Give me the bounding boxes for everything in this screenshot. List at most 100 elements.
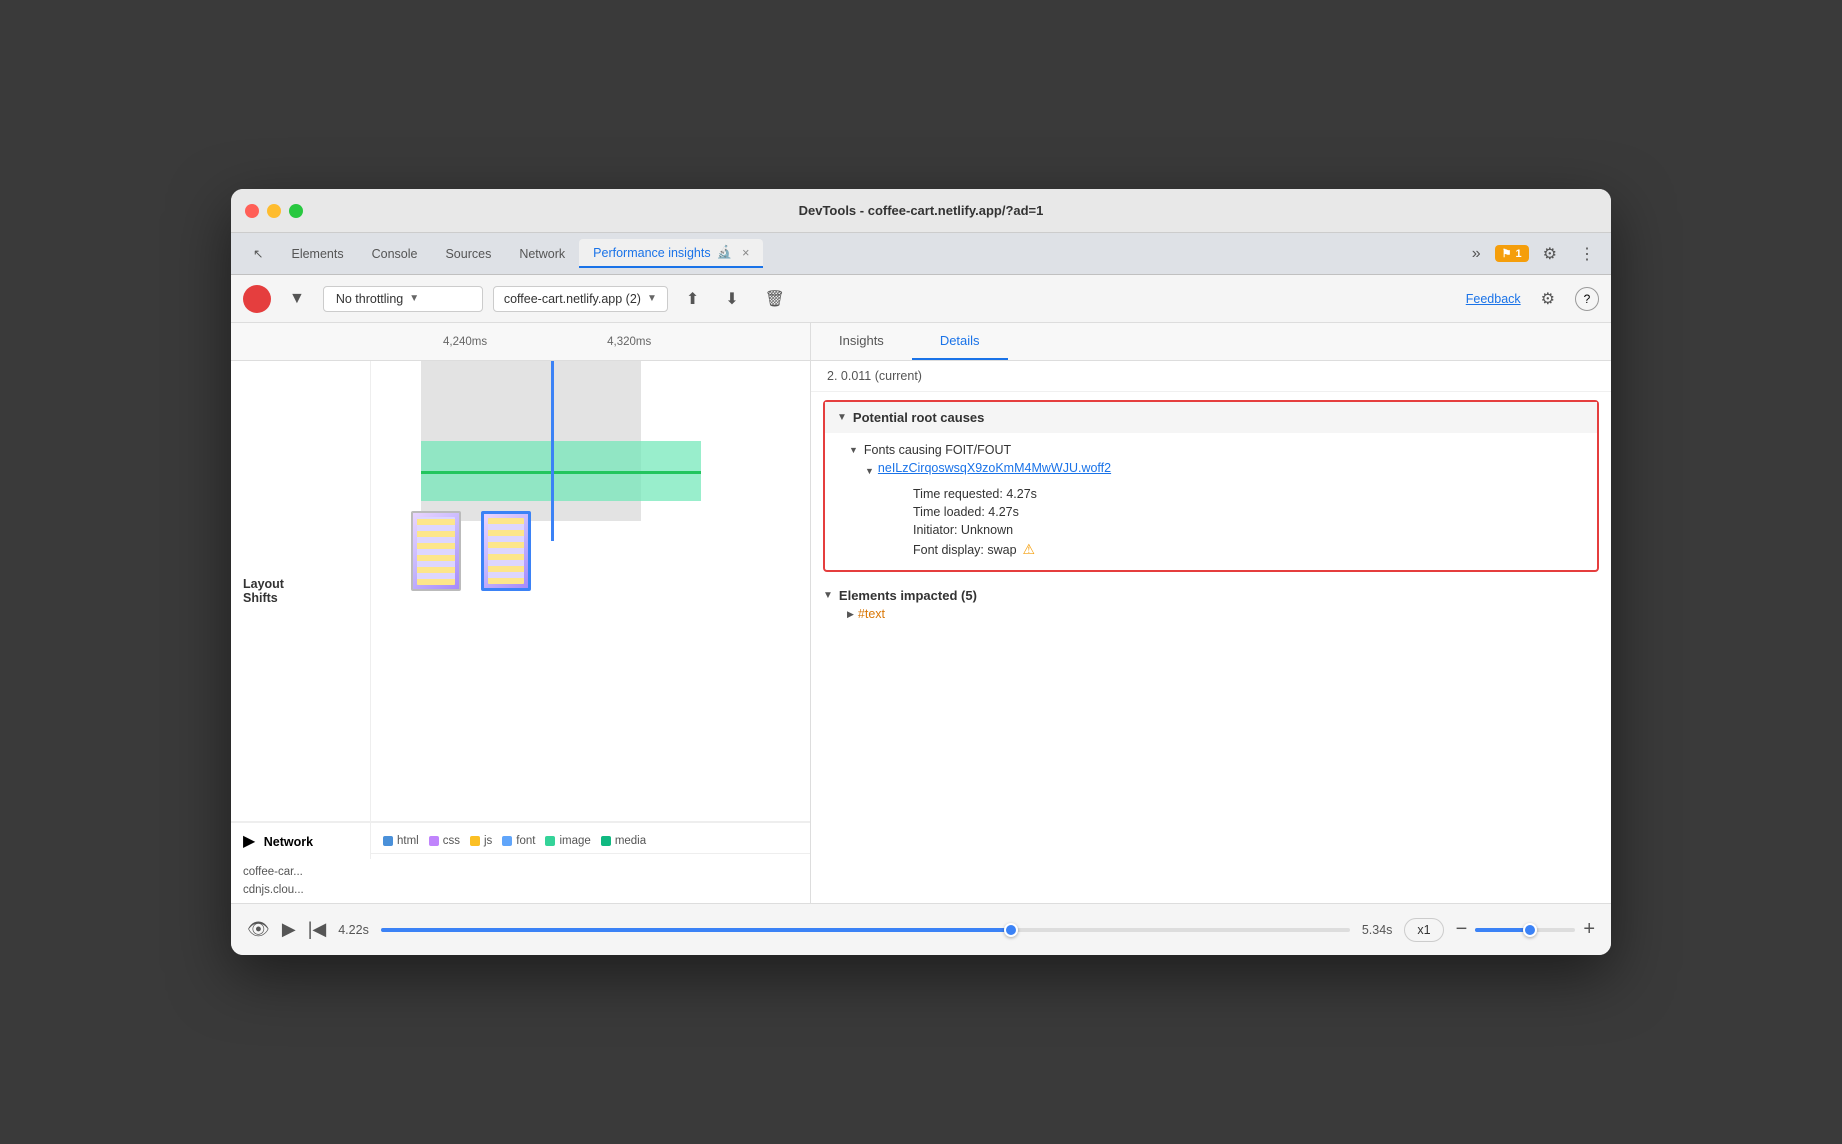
elements-header-label: Elements impacted (5) bbox=[839, 588, 977, 603]
more-options-button[interactable]: ⋮ bbox=[1571, 240, 1603, 268]
start-icon: |◀ bbox=[308, 919, 327, 939]
version-row: 2. 0.011 (current) bbox=[811, 361, 1611, 392]
throttling-dropdown[interactable]: No throttling ▼ bbox=[323, 286, 483, 312]
zoom-in-button[interactable]: + bbox=[1583, 918, 1595, 941]
font-details: Time requested: 4.27s Time loaded: 4.27s… bbox=[865, 485, 1585, 560]
legend-html: html bbox=[383, 835, 419, 847]
timeline-header: 4,240ms 4,320ms bbox=[231, 323, 810, 361]
tab-elements[interactable]: Elements bbox=[277, 241, 357, 267]
record-button[interactable] bbox=[243, 285, 271, 313]
thumbnail-1[interactable] bbox=[411, 511, 461, 591]
fonts-header[interactable]: ▼ Fonts causing FOIT/FOUT bbox=[849, 443, 1585, 457]
timeline-markers: 4,240ms 4,320ms bbox=[443, 336, 651, 348]
notification-icon: ⚑ bbox=[1502, 247, 1512, 260]
panel-tabs: Insights Details bbox=[811, 323, 1611, 361]
play-button[interactable]: ▶ bbox=[282, 919, 296, 940]
speed-button[interactable]: x1 bbox=[1404, 918, 1443, 942]
settings-tab-button[interactable]: ⚙ bbox=[1535, 240, 1565, 268]
url-dropdown-arrow: ▼ bbox=[647, 293, 657, 304]
start-button[interactable]: |◀ bbox=[308, 919, 327, 940]
toolbar-settings-icon[interactable]: ⚙ bbox=[1533, 285, 1563, 313]
hash-expand-icon: ▶ bbox=[847, 609, 854, 620]
minimize-button[interactable] bbox=[267, 204, 281, 218]
download-button[interactable]: ⬇ bbox=[717, 284, 746, 314]
devtools-window: DevTools - coffee-cart.netlify.app/?ad=1… bbox=[231, 189, 1611, 955]
network-row-2[interactable]: cdnjs.clou... bbox=[243, 881, 798, 899]
more-tabs-button[interactable]: » bbox=[1464, 241, 1489, 267]
thumbnail-2[interactable] bbox=[481, 511, 531, 591]
thumb-inner-1 bbox=[417, 517, 455, 585]
thumbnail-row bbox=[411, 511, 531, 591]
legend-dot-media bbox=[601, 836, 611, 846]
legend-label-html: html bbox=[397, 835, 419, 847]
maximize-button[interactable] bbox=[289, 204, 303, 218]
notification-badge[interactable]: ⚑ 1 bbox=[1495, 245, 1529, 262]
url-dropdown[interactable]: coffee-cart.netlify.app (2) ▼ bbox=[493, 286, 668, 312]
tab-performance-label: Performance insights bbox=[593, 246, 710, 260]
panel-content: 2. 0.011 (current) ▼ Potential root caus… bbox=[811, 361, 1611, 903]
toolbar-right: Feedback ⚙ ? bbox=[1466, 285, 1599, 313]
legend-label-css: css bbox=[443, 835, 460, 847]
legend-label-media: media bbox=[615, 835, 646, 847]
network-label-text: Network bbox=[264, 835, 313, 849]
layout-shifts-text: Layout Shifts bbox=[243, 577, 284, 605]
tab-close-icon[interactable]: × bbox=[742, 246, 749, 260]
record-dropdown-button[interactable]: ▼ bbox=[281, 285, 313, 313]
elements-triangle: ▼ bbox=[823, 590, 833, 601]
legend-dot-font bbox=[502, 836, 512, 846]
main-area: 4,240ms 4,320ms Layout Shifts bbox=[231, 323, 1611, 903]
window-controls bbox=[245, 204, 303, 218]
tab-details[interactable]: Details bbox=[912, 323, 1008, 360]
hash-text-label: #text bbox=[858, 607, 885, 621]
zoom-slider[interactable] bbox=[1475, 928, 1575, 932]
playback-slider[interactable] bbox=[381, 928, 1350, 932]
help-button[interactable]: ? bbox=[1575, 287, 1599, 311]
play-icon: ▶ bbox=[282, 919, 296, 939]
prc-body: ▼ Fonts causing FOIT/FOUT ▼ neILzCirqosw… bbox=[825, 433, 1597, 570]
potential-root-causes-section: ▼ Potential root causes ▼ Fonts causing … bbox=[823, 400, 1599, 572]
font-name-row: ▼ neILzCirqoswsqX9zoKmM4MwWJU.woff2 bbox=[865, 461, 1585, 481]
zoom-container: − + bbox=[1456, 918, 1595, 941]
font-time-requested: Time requested: 4.27s bbox=[913, 485, 1585, 503]
tab-console-label: Console bbox=[372, 247, 418, 261]
zoom-out-button[interactable]: − bbox=[1456, 918, 1468, 941]
delete-button[interactable]: 🗑 bbox=[757, 284, 793, 314]
green-line bbox=[421, 471, 701, 474]
toolbar: ▼ No throttling ▼ coffee-cart.netlify.ap… bbox=[231, 275, 1611, 323]
feedback-link[interactable]: Feedback bbox=[1466, 292, 1521, 306]
right-panel: Insights Details 2. 0.011 (current) ▼ Po… bbox=[811, 323, 1611, 903]
notification-count: 1 bbox=[1516, 248, 1522, 260]
tab-cursor[interactable]: ↖ bbox=[239, 240, 277, 267]
tab-performance-insights[interactable]: Performance insights 🔬 × bbox=[579, 239, 763, 268]
hash-text-row[interactable]: ▶ #text bbox=[823, 607, 1599, 621]
throttling-label: No throttling bbox=[336, 292, 403, 306]
tab-insights[interactable]: Insights bbox=[811, 323, 912, 360]
beaker-icon: 🔬 bbox=[717, 245, 733, 260]
legend-dot-css bbox=[429, 836, 439, 846]
network-expand-icon[interactable]: ▶ bbox=[243, 833, 255, 850]
prc-header[interactable]: ▼ Potential root causes bbox=[825, 402, 1597, 433]
fonts-subsection: ▼ Fonts causing FOIT/FOUT ▼ neILzCirqosw… bbox=[825, 437, 1597, 566]
tab-network[interactable]: Network bbox=[505, 241, 579, 267]
view-toggle-button[interactable]: 👁 bbox=[247, 919, 270, 940]
tab-sources[interactable]: Sources bbox=[431, 241, 505, 267]
layout-shifts-content bbox=[371, 361, 810, 821]
font-time-loaded: Time loaded: 4.27s bbox=[913, 503, 1585, 521]
timeline-marker-2: 4,320ms bbox=[607, 336, 651, 348]
view-icon: 👁 bbox=[247, 919, 270, 939]
time-start: 4.22s bbox=[338, 923, 369, 937]
upload-button[interactable]: ⬆ bbox=[678, 284, 707, 314]
warning-icon: ⚠ bbox=[1023, 541, 1036, 558]
blue-line bbox=[551, 361, 554, 541]
tab-console[interactable]: Console bbox=[358, 241, 432, 267]
tab-network-label: Network bbox=[519, 247, 565, 261]
legend-dot-js bbox=[470, 836, 480, 846]
font-name-link[interactable]: neILzCirqoswsqX9zoKmM4MwWJU.woff2 bbox=[878, 461, 1111, 475]
playback-bar: 👁 ▶ |◀ 4.22s 5.34s x1 − + bbox=[231, 903, 1611, 955]
network-row-1[interactable]: coffee-car... bbox=[243, 863, 798, 881]
tab-bar: ↖ Elements Console Sources Network Perfo… bbox=[231, 233, 1611, 275]
layout-shifts-row: Layout Shifts bbox=[231, 361, 810, 822]
close-button[interactable] bbox=[245, 204, 259, 218]
timeline-visualization[interactable] bbox=[371, 361, 810, 601]
elements-header[interactable]: ▼ Elements impacted (5) bbox=[823, 588, 1599, 603]
